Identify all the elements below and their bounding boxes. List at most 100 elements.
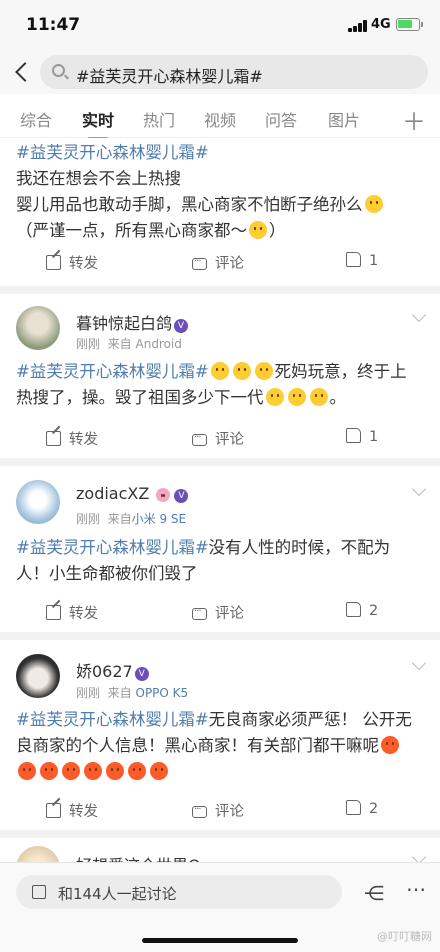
repost-icon: [46, 431, 61, 446]
comment-icon: [192, 603, 207, 620]
sticker-icon: [156, 488, 171, 502]
discuss-input[interactable]: 和144人一起讨论: [16, 875, 342, 909]
like-button[interactable]: 1: [346, 428, 378, 445]
search-icon: [52, 64, 65, 77]
smile-emoji-icon: [232, 362, 251, 380]
more-icon[interactable]: ⋯: [406, 877, 426, 901]
post-actions: 转发 评论 1: [0, 428, 440, 458]
angry-emoji-icon: [18, 762, 36, 780]
tab-comprehensive[interactable]: 综合: [20, 107, 52, 131]
repost-icon: [46, 605, 61, 620]
angry-emoji-icon: [150, 762, 168, 780]
username[interactable]: 娇0627 V: [76, 658, 149, 682]
search-input[interactable]: #益芙灵开心森林婴儿霜#: [40, 55, 428, 89]
signal-icon: [348, 20, 368, 32]
share-icon[interactable]: ⋲: [364, 881, 384, 905]
like-icon: [346, 252, 361, 267]
post-card: zodiacXZ V 刚刚 来自小米 9 SE #益芙灵开心森林婴儿霜#没有人性…: [0, 466, 440, 632]
avatar[interactable]: [16, 306, 60, 350]
chevron-down-icon[interactable]: [411, 655, 427, 671]
like-button[interactable]: 2: [346, 800, 378, 817]
repost-icon: [46, 803, 61, 818]
post-line: （严谨一点，所有黑心商家都～: [16, 221, 247, 240]
post-source: Android: [135, 337, 182, 351]
grin-emoji-icon: [249, 221, 267, 239]
back-arrow-icon[interactable]: [12, 58, 34, 86]
smile-emoji-icon: [309, 388, 328, 406]
post-meta: 刚刚 来自 OPPO K5: [76, 686, 189, 700]
home-indicator[interactable]: [142, 938, 298, 943]
post-body: #益芙灵开心森林婴儿霜#无良商家必须严惩！ 公开无 良商家的个人信息！黑心商家！…: [16, 707, 426, 785]
username[interactable]: zodiacXZ V: [76, 484, 189, 503]
smile-emoji-icon: [287, 388, 306, 406]
post-actions: 转发 评论 1: [0, 252, 440, 282]
angry-emoji-icon: [381, 736, 399, 754]
repost-button[interactable]: 转发: [46, 800, 98, 821]
avatar[interactable]: [16, 654, 60, 698]
hashtag-link[interactable]: #益芙灵开心森林婴儿霜#: [16, 143, 209, 162]
chevron-down-icon[interactable]: [411, 307, 427, 323]
hashtag-link[interactable]: #益芙灵开心森林婴儿霜#: [16, 362, 209, 381]
repost-button[interactable]: 转发: [46, 428, 98, 449]
hashtag-link[interactable]: #益芙灵开心森林婴儿霜#: [16, 538, 209, 557]
comment-button[interactable]: 评论: [192, 428, 244, 449]
angry-emoji-icon: [128, 762, 146, 780]
repost-button[interactable]: 转发: [46, 602, 98, 623]
comment-button[interactable]: 评论: [192, 800, 244, 821]
discuss-label: 和144人一起讨论: [58, 885, 177, 903]
surprised-emoji-icon: [364, 195, 383, 213]
vip-badge-icon: V: [174, 489, 189, 503]
repost-button[interactable]: 转发: [46, 252, 98, 273]
add-tab-icon[interactable]: ＋: [402, 102, 426, 137]
vip-badge-icon: V: [134, 667, 149, 681]
comment-icon: [192, 429, 207, 446]
angry-emoji-icon: [84, 762, 102, 780]
tab-images[interactable]: 图片: [328, 107, 360, 131]
post-actions: 转发 评论 2: [0, 800, 440, 830]
like-button[interactable]: 2: [346, 602, 378, 619]
like-icon: [346, 428, 361, 443]
post-line: 我还在想会不会上热搜: [16, 169, 181, 188]
username[interactable]: 暮钟惊起白鸽 V: [76, 310, 189, 334]
tab-qa[interactable]: 问答: [265, 107, 297, 131]
post-body: #益芙灵开心森林婴儿霜#没有人性的时候，不配为 人！小生命都被你们毁了: [16, 538, 391, 583]
comment-icon: [192, 801, 207, 818]
post-body: #益芙灵开心森林婴儿霜# 我还在想会不会上热搜 婴儿用品也敢动手脚，黑心商家不怕…: [16, 140, 426, 244]
tab-realtime[interactable]: 实时: [82, 107, 114, 140]
post-card: 暮钟惊起白鸽 V 刚刚 来自 Android #益芙灵开心森林婴儿霜# 死妈玩意，终…: [0, 294, 440, 458]
angry-emoji-icon: [106, 762, 124, 780]
chevron-down-icon[interactable]: [411, 481, 427, 497]
like-icon: [346, 800, 361, 815]
tab-video[interactable]: 视频: [204, 107, 236, 131]
post-line: 婴儿用品也敢动手脚，黑心商家不怕断子绝孙么: [16, 195, 363, 214]
post-source[interactable]: OPPO K5: [136, 686, 189, 700]
hashtag-link[interactable]: #益芙灵开心森林婴儿霜#: [16, 710, 209, 729]
like-icon: [346, 602, 361, 617]
edit-icon: [32, 885, 46, 899]
tab-hot[interactable]: 热门: [143, 107, 175, 131]
battery-icon: [396, 18, 423, 31]
search-header: #益芙灵开心森林婴儿霜#: [0, 50, 440, 94]
post-body: #益芙灵开心森林婴儿霜# 死妈玩意，终于上 热搜了，操。毁了祖国多少下一代。: [16, 362, 407, 407]
comment-button[interactable]: 评论: [192, 252, 244, 273]
watermark: @叮叮糖网: [377, 930, 432, 943]
post-meta: 刚刚 来自小米 9 SE: [76, 512, 187, 526]
network-label: 4G: [371, 17, 391, 32]
post-actions: 转发 评论 2: [0, 602, 440, 632]
post-card: #益芙灵开心森林婴儿霜# 我还在想会不会上热搜 婴儿用品也敢动手脚，黑心商家不怕…: [0, 138, 440, 286]
post-source[interactable]: 小米 9 SE: [132, 512, 186, 526]
vip-badge-icon: V: [174, 319, 189, 333]
smile-emoji-icon: [265, 388, 284, 406]
tab-bar: 综合 实时 热门 视频 问答 图片 ＋: [0, 94, 440, 140]
angry-emoji-icon: [40, 762, 58, 780]
comment-icon: [192, 253, 207, 270]
avatar[interactable]: [16, 480, 60, 524]
smile-emoji-icon: [254, 362, 273, 380]
like-button[interactable]: 1: [346, 252, 378, 269]
search-query: #益芙灵开心森林婴儿霜#: [76, 67, 263, 86]
status-bar: 11:47 4G: [0, 0, 440, 50]
post-meta: 刚刚 来自 Android: [76, 337, 182, 351]
repost-icon: [46, 255, 61, 270]
smile-emoji-icon: [210, 362, 229, 380]
comment-button[interactable]: 评论: [192, 602, 244, 623]
